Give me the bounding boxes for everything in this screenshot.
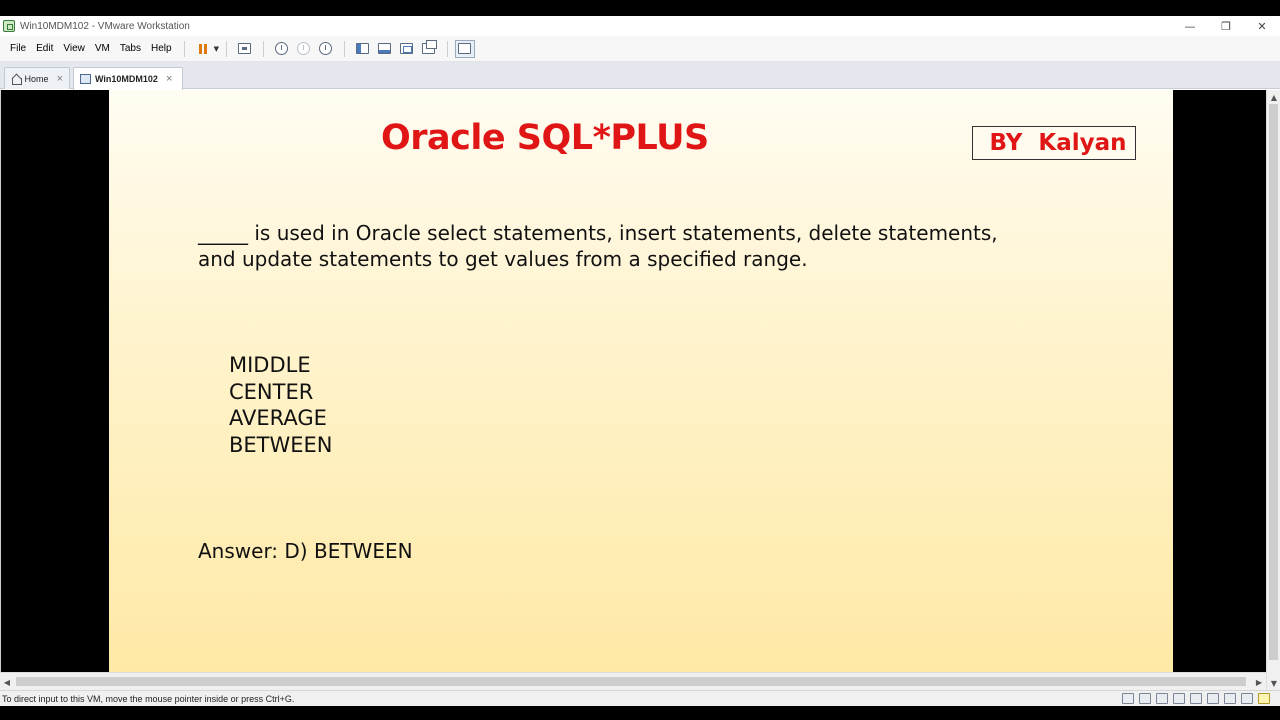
usb-icon[interactable] <box>1190 693 1202 704</box>
toolbar-separator <box>262 40 264 57</box>
tab-home-label: Home <box>24 73 49 84</box>
thumbnail-bar-button[interactable] <box>374 39 396 59</box>
console-view-icon <box>458 43 472 54</box>
scroll-down-icon[interactable]: ▼ <box>1267 676 1280 690</box>
title-bar: Win10MDM102 - VMware Workstation — ❐ ✕ <box>0 16 1280 36</box>
close-icon[interactable]: × <box>57 73 63 85</box>
pause-icon <box>198 43 207 54</box>
close-icon[interactable]: × <box>166 73 172 85</box>
show-library-icon <box>356 43 370 54</box>
sound-card-icon[interactable] <box>1207 693 1219 704</box>
send-ctrl-alt-del-icon <box>238 43 252 54</box>
vmware-app-icon <box>3 20 15 32</box>
usb-controller-icon[interactable] <box>1241 693 1253 704</box>
device-status-icons <box>1122 693 1270 704</box>
question-text: _____ is used in Oracle select statement… <box>198 220 1128 272</box>
chevron-down-icon[interactable]: ▼ <box>214 45 219 53</box>
display-icon[interactable] <box>1224 693 1236 704</box>
message-log-icon[interactable] <box>1258 693 1270 704</box>
option-item: CENTER <box>229 379 314 404</box>
network-adapter-icon[interactable] <box>1156 693 1168 704</box>
tab-vm-label: Win10MDM102 <box>95 74 158 84</box>
screen-top-border <box>0 0 1280 16</box>
snapshot-manager-button[interactable] <box>315 39 337 59</box>
toolbar-separator <box>183 40 185 57</box>
menu-help[interactable]: Help <box>146 43 177 54</box>
answer-text: Answer: D) BETWEEN <box>198 539 413 563</box>
snapshot-manager-icon <box>319 42 333 55</box>
option-item: BETWEEN <box>229 432 333 457</box>
pause-button[interactable] <box>192 39 214 59</box>
snapshot-icon <box>275 42 289 55</box>
question-line: _____ is used in Oracle select statement… <box>198 221 998 245</box>
menu-vm[interactable]: VM <box>90 43 115 54</box>
author-box: BY Kalyan <box>972 126 1136 160</box>
menu-tabs[interactable]: Tabs <box>115 43 146 54</box>
vmware-window: Win10MDM102 - VMware Workstation — ❐ ✕ F… <box>0 16 1280 706</box>
option-item: AVERAGE <box>229 406 327 430</box>
horizontal-scrollbar[interactable]: ◀ ▶ <box>0 672 1266 690</box>
minimize-button[interactable]: — <box>1172 16 1208 36</box>
menu-bar: File Edit View VM Tabs Help ▼ <box>0 36 1280 62</box>
cd-dvd-icon[interactable] <box>1139 693 1151 704</box>
console-view-button[interactable] <box>454 39 475 58</box>
full-screen-button[interactable] <box>396 39 418 59</box>
vertical-scroll-thumb[interactable] <box>1269 104 1278 660</box>
revert-snapshot-icon <box>297 42 311 55</box>
scroll-left-icon[interactable]: ◀ <box>0 675 14 689</box>
question-line: and update statements to get values from… <box>198 247 808 271</box>
toolbar-separator <box>343 40 345 57</box>
status-bar: To direct input to this VM, move the mou… <box>0 690 1280 706</box>
hard-disk-icon[interactable] <box>1122 693 1134 704</box>
horizontal-scroll-thumb[interactable] <box>16 677 1246 686</box>
restore-button[interactable]: ❐ <box>1208 16 1244 36</box>
window-title: Win10MDM102 - VMware Workstation <box>20 20 190 32</box>
printer-icon[interactable] <box>1173 693 1185 704</box>
screen-bottom-border <box>0 706 1280 720</box>
menu-edit[interactable]: Edit <box>31 43 58 54</box>
snapshot-button[interactable] <box>271 39 293 59</box>
vm-icon <box>80 74 91 84</box>
tab-win10mdm102[interactable]: Win10MDM102 × <box>73 67 183 90</box>
options-list: MIDDLE CENTER AVERAGE BETWEEN <box>229 352 333 458</box>
thumbnail-bar-icon <box>378 43 392 54</box>
status-message: To direct input to this VM, move the mou… <box>2 693 295 704</box>
presentation-slide: Oracle SQL*PLUS BY Kalyan _____ is used … <box>109 90 1173 672</box>
window-controls: — ❐ ✕ <box>1172 16 1280 36</box>
menu-file[interactable]: File <box>5 43 31 54</box>
unity-button[interactable] <box>418 39 440 59</box>
unity-icon <box>422 40 438 54</box>
show-library-button[interactable] <box>352 39 374 59</box>
revert-snapshot-button[interactable] <box>293 39 315 59</box>
vm-display[interactable]: Oracle SQL*PLUS BY Kalyan _____ is used … <box>0 90 1266 672</box>
home-icon <box>11 74 22 85</box>
menu-view[interactable]: View <box>58 43 90 54</box>
tab-bar: Home × Win10MDM102 × <box>0 62 1280 90</box>
vertical-scrollbar[interactable]: ▲ ▼ <box>1266 90 1280 690</box>
scroll-right-icon[interactable]: ▶ <box>1252 675 1266 689</box>
option-item: MIDDLE <box>229 353 311 377</box>
tab-home[interactable]: Home × <box>4 67 70 89</box>
slide-title: Oracle SQL*PLUS <box>381 118 709 158</box>
toolbar-separator <box>225 40 227 57</box>
full-screen-icon <box>400 43 414 54</box>
scroll-up-icon[interactable]: ▲ <box>1267 90 1280 104</box>
send-ctrl-alt-del-button[interactable] <box>234 39 256 59</box>
close-button[interactable]: ✕ <box>1244 16 1280 36</box>
toolbar-separator <box>446 40 448 57</box>
